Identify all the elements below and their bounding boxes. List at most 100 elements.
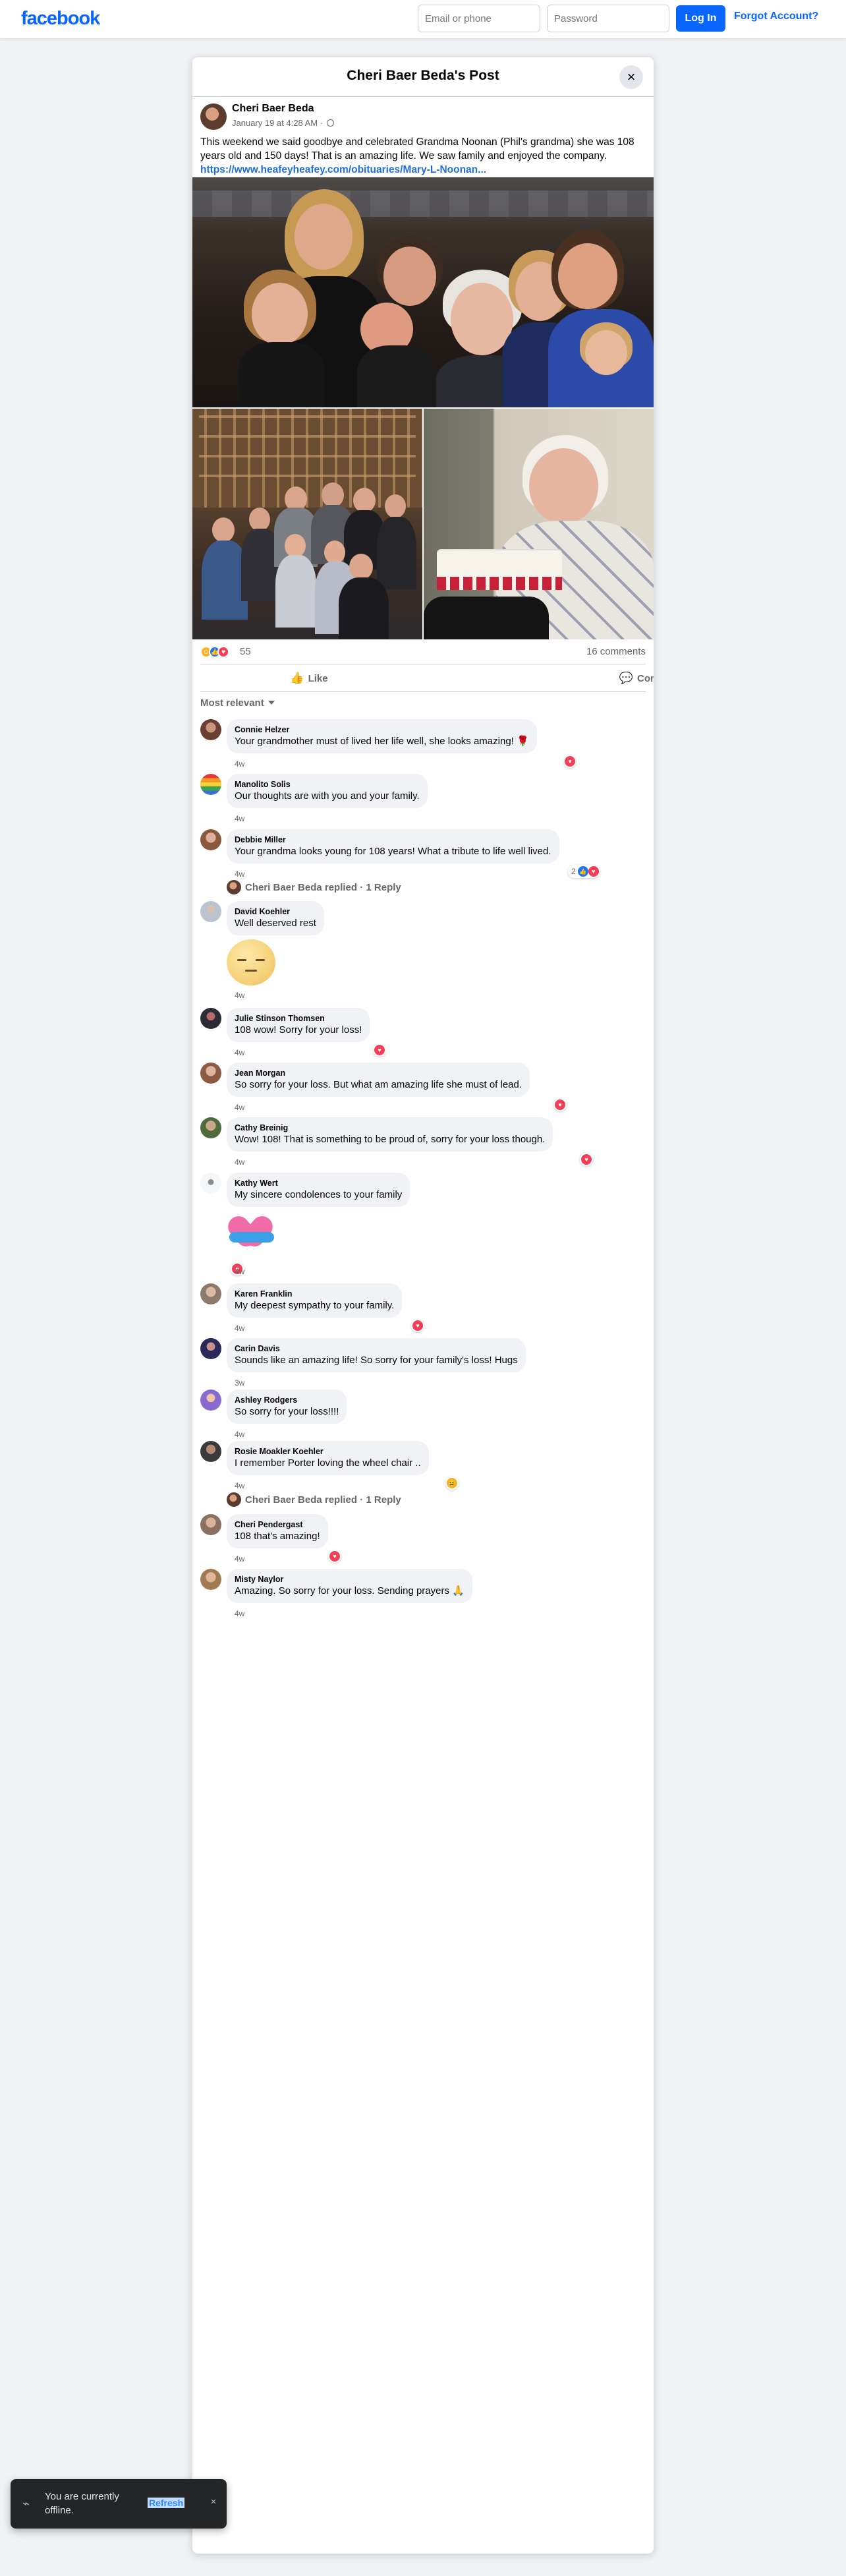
forgot-account-link[interactable]: Forgot Account?	[734, 11, 818, 22]
commenter-avatar[interactable]	[200, 1008, 221, 1029]
commenter-name[interactable]: Rosie Moakler Koehler	[235, 1446, 421, 1457]
hug-heart-sticker-icon[interactable]	[223, 1210, 277, 1257]
commenter-avatar[interactable]	[200, 1441, 221, 1462]
comment-time[interactable]: 4w	[235, 1157, 244, 1167]
comment-time[interactable]: 3w	[235, 1378, 244, 1388]
comment-time[interactable]: 4w	[235, 814, 244, 823]
email-input[interactable]	[418, 5, 540, 32]
comment-text: Our thoughts are with you and your famil…	[235, 790, 420, 802]
comment-text: I remember Porter loving the wheel chair…	[235, 1457, 421, 1469]
replies-label: Cheri Baer Beda replied · 1 Reply	[245, 881, 401, 893]
wifi-off-icon: ⌁	[22, 2497, 30, 2510]
comment-text: Your grandma looks young for 108 years! …	[235, 846, 551, 857]
post-actions: 👍 Like 💬 Comment	[200, 664, 654, 692]
comment-reactions[interactable]: 2 👍 ♥	[568, 865, 600, 878]
view-replies-link[interactable]: Cheri Baer Beda replied · 1 Reply	[227, 1492, 401, 1507]
commenter-avatar[interactable]	[200, 1063, 221, 1084]
view-replies-link[interactable]: Cheri Baer Beda replied · 1 Reply	[227, 880, 401, 894]
comment-count[interactable]: 16 comments	[586, 646, 646, 657]
comment-bubble: Karen Franklin My deepest sympathy to yo…	[227, 1283, 403, 1318]
comment-button[interactable]: 💬 Comment	[428, 667, 654, 689]
comment-reactions[interactable]: ♥	[580, 1153, 593, 1166]
commenter-avatar[interactable]	[200, 1514, 221, 1535]
like-button[interactable]: 👍 Like	[200, 667, 418, 689]
author-avatar[interactable]	[200, 103, 227, 130]
commenter-name[interactable]: Manolito Solis	[235, 779, 420, 790]
commenter-avatar[interactable]	[200, 829, 221, 850]
comment-reactions[interactable]: ♥	[373, 1043, 386, 1057]
comment-label: Comment	[637, 672, 654, 684]
commenter-avatar[interactable]	[200, 719, 221, 740]
commenter-avatar[interactable]	[200, 901, 221, 922]
replier-avatar	[227, 1492, 241, 1507]
comment-time[interactable]: 4w	[235, 1267, 244, 1276]
post-text: This weekend we said goodbye and celebra…	[200, 136, 634, 161]
commenter-name[interactable]: Julie Stinson Thomsen	[235, 1013, 362, 1024]
comment-reactions[interactable]: ♥	[563, 755, 577, 768]
refresh-button[interactable]: Refresh	[148, 2498, 185, 2508]
commenter-name[interactable]: Carin Davis	[235, 1343, 518, 1354]
comment-time[interactable]: 4w	[235, 1481, 244, 1490]
commenter-avatar[interactable]	[200, 1338, 221, 1359]
reaction-count: 2	[571, 867, 576, 876]
photo-grid	[192, 177, 654, 639]
commenter-name[interactable]: Ashley Rodgers	[235, 1395, 339, 1405]
reaction-icons[interactable]: ☺ 👍 ♥	[200, 646, 229, 658]
love-reaction-icon: ♥	[374, 1045, 385, 1055]
commenter-name[interactable]: Cheri Pendergast	[235, 1519, 320, 1530]
comment-time[interactable]: 4w	[235, 1554, 244, 1564]
comment-time[interactable]: 4w	[235, 1324, 244, 1333]
commenter-avatar[interactable]	[200, 1569, 221, 1590]
offline-toast: ⌁ You are currently offline. Refresh ×	[11, 2479, 227, 2529]
post-timestamp[interactable]: January 19 at 4:28 AM ·	[232, 118, 334, 128]
family-photo-2[interactable]	[192, 409, 422, 639]
comment-reactions[interactable]: 😆	[445, 1477, 459, 1490]
replier-avatar	[227, 880, 241, 894]
login-button[interactable]: Log In	[676, 5, 725, 32]
comment-time[interactable]: 4w	[235, 1103, 244, 1112]
comment-reactions[interactable]: ♥	[411, 1319, 424, 1332]
obituary-link[interactable]: https://www.heafeyheafey.com/obituaries/…	[200, 164, 486, 175]
password-input[interactable]	[547, 5, 669, 32]
comment-time[interactable]: 4w	[235, 1048, 244, 1057]
commenter-name[interactable]: Debbie Miller	[235, 834, 551, 845]
love-reaction-icon: ♥	[565, 756, 575, 767]
post-date-text: January 19 at 4:28 AM ·	[232, 118, 324, 128]
comment-reactions[interactable]: ♥	[553, 1098, 567, 1111]
love-reaction-icon: ♥	[412, 1320, 423, 1331]
commenter-avatar[interactable]	[200, 1390, 221, 1411]
commenter-name[interactable]: David Koehler	[235, 906, 316, 917]
commenter-name[interactable]: Connie Helzer	[235, 724, 529, 735]
commenter-avatar[interactable]	[200, 1173, 221, 1194]
commenter-avatar[interactable]	[200, 1117, 221, 1138]
commenter-name[interactable]: Kathy Wert	[235, 1178, 402, 1188]
close-icon[interactable]: ×	[207, 2496, 220, 2509]
commenter-name[interactable]: Misty Naylor	[235, 1574, 465, 1585]
comment-text: My deepest sympathy to your family.	[235, 1300, 395, 1311]
reaction-count[interactable]: 55	[240, 646, 251, 657]
love-reaction-icon: ♥	[588, 866, 599, 877]
comment-time[interactable]: 4w	[235, 1430, 244, 1439]
sad-face-sticker-icon[interactable]	[227, 939, 275, 985]
birthday-cake-photo[interactable]	[424, 409, 654, 639]
love-reaction-icon: ♥	[329, 1551, 340, 1562]
comment-text: Wow! 108! That is something to be proud …	[235, 1134, 546, 1145]
love-reaction-icon: ♥	[217, 646, 229, 658]
post-author-name[interactable]: Cheri Baer Beda	[232, 103, 314, 115]
comment-reactions[interactable]: ♥	[328, 1550, 341, 1563]
comment-time[interactable]: 4w	[235, 1609, 244, 1618]
commenter-avatar[interactable]	[200, 774, 221, 795]
commenter-name[interactable]: Jean Morgan	[235, 1068, 522, 1078]
comment-bubble: Kathy Wert My sincere condolences to you…	[227, 1173, 410, 1207]
comment-time[interactable]: 4w	[235, 991, 244, 1000]
commenter-name[interactable]: Cathy Breinig	[235, 1123, 545, 1133]
sort-comments-dropdown[interactable]: Most relevant	[192, 692, 654, 715]
commenter-avatar[interactable]	[200, 1283, 221, 1304]
close-button[interactable]: ×	[619, 65, 643, 89]
comment-time[interactable]: 4w	[235, 759, 244, 769]
family-photo-1[interactable]	[192, 177, 654, 407]
comment-time[interactable]: 4w	[235, 869, 244, 879]
facebook-logo[interactable]: facebook	[21, 8, 100, 30]
commenter-name[interactable]: Karen Franklin	[235, 1289, 394, 1299]
comment-text: Your grandmother must of lived her life …	[235, 736, 529, 747]
